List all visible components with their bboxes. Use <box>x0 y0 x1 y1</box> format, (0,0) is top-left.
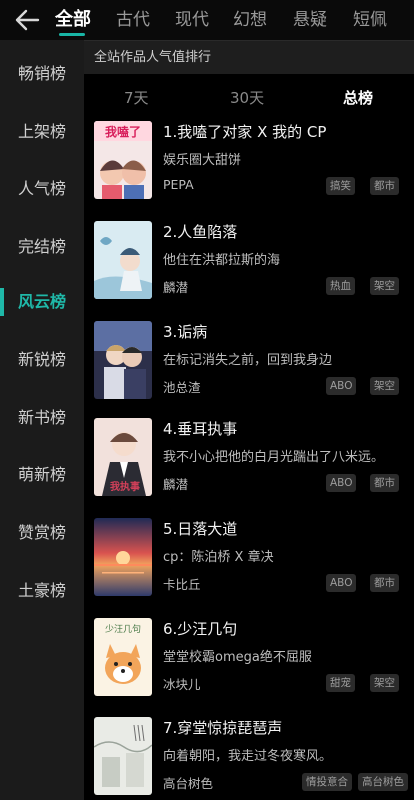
genre-tag: ABO <box>326 574 357 592</box>
book-author: 麟潜 <box>163 280 189 295</box>
book-description: cp：陈泊桥 X 章决 <box>163 550 274 565</box>
sidebar-item-fengyun[interactable]: 风云榜 <box>0 280 84 324</box>
book-description: 娱乐圈大甜饼 <box>163 153 242 168</box>
active-tab-indicator <box>59 33 85 36</box>
genre-tag: 情投意合 <box>302 773 352 791</box>
genre-tag: 都市 <box>370 177 399 195</box>
sidebar-item-big-spender[interactable]: 土豪榜 <box>0 569 84 613</box>
list-item[interactable]: 3.诟病 在标记消失之前，回到我身边 池总渣 ABO 架空 <box>84 321 414 421</box>
list-item[interactable]: 7.穿堂惊掠琵琶声 向着朝阳，我走过冬夜寒风。 高台树色 情投意合 高台树色 <box>84 717 414 800</box>
sidebar-item-newcomer[interactable]: 萌新榜 <box>0 453 84 497</box>
book-description: 他住在洪都拉斯的海 <box>163 253 281 268</box>
book-cover: 我嗑了 <box>94 121 152 199</box>
sidebar-item-new-books[interactable]: 新书榜 <box>0 396 84 440</box>
genre-tag: 搞笑 <box>326 177 355 195</box>
svg-text:我执事: 我执事 <box>110 480 140 493</box>
book-cover <box>94 717 152 795</box>
book-cover <box>94 221 152 299</box>
genre-tag: 热血 <box>326 277 355 295</box>
book-cover <box>94 321 152 399</box>
genre-tag: ABO <box>326 474 357 492</box>
list-item[interactable]: 我执事 4.垂耳执事 我不小心把他的白月光踹出了八米远。 麟潜 ABO 都市 <box>84 418 414 518</box>
category-tab-short[interactable]: 短佩 <box>353 0 387 40</box>
ranking-header: 全站作品人气值排行 <box>84 40 414 74</box>
category-tab-fantasy[interactable]: 幻想 <box>233 0 267 40</box>
book-title: 4.垂耳执事 <box>163 420 238 438</box>
book-author: 冰块儿 <box>163 677 201 692</box>
book-cover: 少汪几句 <box>94 618 152 696</box>
book-author: PEPA <box>163 177 194 192</box>
list-item[interactable]: 5.日落大道 cp：陈泊桥 X 章决 卡比丘 ABO 都市 <box>84 518 414 618</box>
tab-all-time[interactable]: 总榜 <box>343 84 373 112</box>
book-description: 向着朝阳，我走过冬夜寒风。 <box>163 749 333 764</box>
book-cover <box>94 518 152 596</box>
back-button[interactable] <box>10 4 44 36</box>
book-description: 堂堂校霸omega绝不屈服 <box>163 650 312 665</box>
ranking-header-title: 全站作品人气值排行 <box>94 50 212 65</box>
tab-30-days[interactable]: 30天 <box>230 84 264 112</box>
book-cover: 我执事 <box>94 418 152 496</box>
ranking-content: 全站作品人气值排行 7天 30天 总榜 我嗑了 1.我嗑了对家 X 我的 CP … <box>84 40 414 800</box>
sidebar-item-popular[interactable]: 人气榜 <box>0 167 84 211</box>
book-title: 7.穿堂惊掠琵琶声 <box>163 719 283 737</box>
genre-tag: 架空 <box>370 277 399 295</box>
book-title: 1.我嗑了对家 X 我的 CP <box>163 123 327 141</box>
category-tab-modern[interactable]: 现代 <box>175 0 209 40</box>
sidebar-item-rising[interactable]: 新锐榜 <box>0 338 84 382</box>
book-title: 5.日落大道 <box>163 520 238 538</box>
sidebar-item-bestseller[interactable]: 畅销榜 <box>0 52 84 96</box>
category-tab-ancient[interactable]: 古代 <box>116 0 150 40</box>
sidebar-item-tips[interactable]: 赞赏榜 <box>0 511 84 555</box>
list-item[interactable]: 我嗑了 1.我嗑了对家 X 我的 CP 娱乐圈大甜饼 PEPA 搞笑 都市 <box>84 121 414 221</box>
svg-text:少汪几句: 少汪几句 <box>105 623 141 635</box>
genre-tag: 架空 <box>370 674 399 692</box>
genre-tag: 都市 <box>370 474 399 492</box>
book-title: 6.少汪几句 <box>163 620 238 638</box>
svg-text:我嗑了: 我嗑了 <box>105 124 141 139</box>
sidebar-item-shelved[interactable]: 上架榜 <box>0 110 84 154</box>
genre-tag: ABO <box>326 377 357 395</box>
genre-tag: 甜宠 <box>326 674 355 692</box>
book-title: 3.诟病 <box>163 323 208 341</box>
top-nav-bar: 全部 古代 现代 幻想 悬疑 短佩 <box>0 0 414 40</box>
tab-7-days[interactable]: 7天 <box>124 84 149 112</box>
book-description: 我不小心把他的白月光踹出了八米远。 <box>163 450 385 465</box>
genre-tag: 高台树色 <box>358 773 408 791</box>
category-tab-mystery[interactable]: 悬疑 <box>293 0 327 40</box>
book-author: 麟潜 <box>163 477 189 492</box>
genre-tag: 架空 <box>370 377 399 395</box>
sidebar-item-completed[interactable]: 完结榜 <box>0 225 84 269</box>
ranking-sidebar: 畅销榜 上架榜 人气榜 完结榜 风云榜 新锐榜 新书榜 萌新榜 赞赏榜 土豪榜 <box>0 40 84 800</box>
arrow-left-icon <box>15 9 40 31</box>
genre-tag: 都市 <box>370 574 399 592</box>
book-author: 高台树色 <box>163 776 214 791</box>
book-author: 池总渣 <box>163 380 201 395</box>
list-item[interactable]: 少汪几句 6.少汪几句 堂堂校霸omega绝不屈服 冰块儿 甜宠 架空 <box>84 618 414 718</box>
book-title: 2.人鱼陷落 <box>163 223 238 241</box>
book-author: 卡比丘 <box>163 577 201 592</box>
book-description: 在标记消失之前，回到我身边 <box>163 353 333 368</box>
list-item[interactable]: 2.人鱼陷落 他住在洪都拉斯的海 麟潜 热血 架空 <box>84 221 414 321</box>
